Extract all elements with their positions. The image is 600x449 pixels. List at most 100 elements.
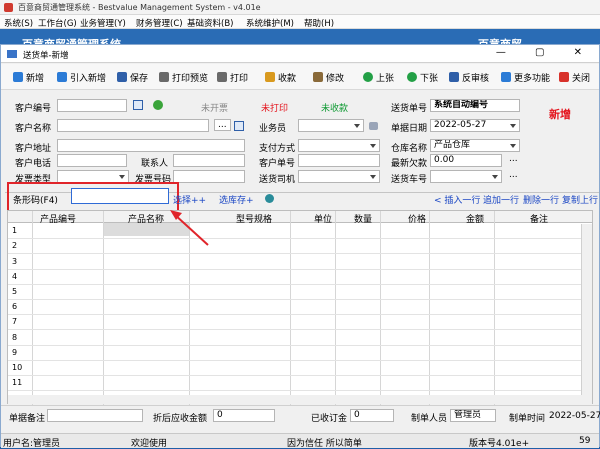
grid-row-line xyxy=(8,283,592,285)
more-button[interactable]: 更多功能 xyxy=(501,71,550,84)
column-header[interactable]: 数量 xyxy=(354,212,372,225)
delete-row-link[interactable]: 删除一行 xyxy=(523,193,559,206)
prev-button[interactable]: 上张 xyxy=(363,71,394,84)
append-row-link[interactable]: 追加一行 xyxy=(483,193,519,206)
row-number: 1 xyxy=(12,226,18,236)
customer-no-input[interactable] xyxy=(57,99,127,112)
new-button[interactable]: 新增 xyxy=(13,71,44,84)
debt-details-button[interactable]: ... xyxy=(509,154,518,164)
dialog-window-buttons[interactable]: — ▢ ✕ xyxy=(496,47,595,58)
payment-method-label: 支付方式 xyxy=(259,144,296,154)
grid-row-line xyxy=(8,375,592,376)
lookup-icon[interactable] xyxy=(133,100,143,110)
row-number: 6 xyxy=(12,302,18,312)
doc-date-picker[interactable]: 2022-05-27 xyxy=(430,119,520,132)
app-title: 百意商贸通管理系统 - Bestvalue Management System … xyxy=(18,3,261,12)
next-button[interactable]: 下张 xyxy=(407,71,438,84)
invoice-no-input[interactable] xyxy=(173,170,245,183)
payment-status: 未收款 xyxy=(321,104,349,114)
memo-input[interactable] xyxy=(47,409,143,422)
warehouse-label: 仓库名称 xyxy=(391,144,428,154)
unapprove-icon xyxy=(449,72,459,82)
selected-cell[interactable] xyxy=(103,223,189,236)
column-header[interactable]: 备注 xyxy=(530,212,548,225)
grid-row-line xyxy=(8,390,592,392)
save-icon xyxy=(117,72,127,82)
receive-icon xyxy=(265,72,275,82)
copy-prev-row-link[interactable]: 复制上行 xyxy=(562,193,598,206)
lookup-icon[interactable] xyxy=(234,121,244,131)
vehicle-browse-button[interactable]: ... xyxy=(509,170,518,180)
menu-finance[interactable]: 财务管理(C) xyxy=(136,17,183,29)
plus-icon xyxy=(57,72,67,82)
grid-row-line xyxy=(8,268,592,270)
print-button[interactable]: 打印 xyxy=(217,71,248,84)
memo-label: 单据备注 xyxy=(9,414,46,424)
up-arrow-icon xyxy=(363,72,373,82)
menu-base-data[interactable]: 基础资料(B) xyxy=(187,17,233,29)
column-header[interactable]: 产品编号 xyxy=(40,212,76,225)
close-button[interactable]: 关闭 xyxy=(559,71,590,84)
grid-row-line xyxy=(8,238,592,240)
payment-method-select[interactable] xyxy=(298,139,380,152)
warehouse-select[interactable]: 产品仓库 xyxy=(430,139,520,152)
salesman-label: 业务员 xyxy=(259,124,287,134)
vehicle-select[interactable] xyxy=(430,170,502,183)
menu-help[interactable]: 帮助(H) xyxy=(304,17,334,29)
customer-phone-input[interactable] xyxy=(57,154,127,167)
add-customer-icon[interactable] xyxy=(153,100,163,110)
select-stock-link[interactable]: 选库存+ xyxy=(219,193,254,206)
received-field: 0 xyxy=(350,409,394,422)
save-button[interactable]: 保存 xyxy=(117,71,148,84)
customer-phone-label: 客户电话 xyxy=(15,159,52,169)
horizontal-scrollbar[interactable] xyxy=(8,395,592,404)
salesman-select[interactable] xyxy=(298,119,364,132)
latest-debt-field: 0.00 xyxy=(430,154,502,167)
delivery-no-field: 系统自动编号 xyxy=(430,99,520,112)
customer-name-input[interactable] xyxy=(57,119,209,132)
menu-workbench[interactable]: 工作台(G) xyxy=(38,17,77,29)
customer-address-input[interactable] xyxy=(57,139,245,152)
column-header[interactable]: 金额 xyxy=(466,212,484,225)
insert-row-link[interactable]: < 插入一行 xyxy=(434,193,480,206)
select-product-link[interactable]: 选择++ xyxy=(173,193,206,206)
dialog-icon xyxy=(7,50,17,58)
status-bar: 用户名:管理员 欢迎使用 因为信任 所以简单 版本号4.01e+ 59 xyxy=(1,433,599,449)
modify-button[interactable]: 修改 xyxy=(313,71,344,84)
refresh-icon[interactable] xyxy=(265,194,274,203)
print-status: 未打印 xyxy=(261,104,289,114)
vehicle-label: 送货车号 xyxy=(391,175,428,185)
maker-label: 制单人员 xyxy=(411,414,448,424)
vertical-scrollbar[interactable] xyxy=(581,224,592,404)
clear-icon[interactable] xyxy=(369,122,378,130)
make-time-label: 制单时间 xyxy=(509,414,546,424)
grid-row-line xyxy=(8,299,592,300)
customer-name-browse-button[interactable]: ... xyxy=(214,119,231,131)
column-header[interactable]: 型号规格 xyxy=(236,212,272,225)
column-header[interactable]: 单位 xyxy=(314,212,332,225)
menu-business[interactable]: 业务管理(Y) xyxy=(80,17,126,29)
menu-system[interactable]: 系统(S) xyxy=(4,17,33,29)
import-new-button[interactable]: 引入新增 xyxy=(57,71,106,84)
customer-address-label: 客户地址 xyxy=(15,144,52,154)
grid-row-line xyxy=(8,344,592,346)
driver-select[interactable] xyxy=(298,170,380,183)
unapprove-button[interactable]: 反审核 xyxy=(449,71,489,84)
receive-button[interactable]: 收款 xyxy=(265,71,296,84)
row-number: 11 xyxy=(12,378,23,388)
customer-order-input[interactable] xyxy=(298,154,380,167)
delivery-dialog: 送货单-新增 — ▢ ✕ 新增 引入新增 保存 打印预览 打印 收款 修改 上张… xyxy=(0,44,600,449)
status-version: 版本号4.01e+ xyxy=(469,439,530,449)
make-time-value: 2022-05-27 xyxy=(549,411,600,421)
menu-maintenance[interactable]: 系统维护(M) xyxy=(246,17,294,29)
invoice-status: 未开票 xyxy=(201,104,229,114)
contact-input[interactable] xyxy=(173,154,245,167)
column-header[interactable]: 价格 xyxy=(408,212,426,225)
driver-label: 送货司机 xyxy=(259,175,296,185)
dialog-titlebar: 送货单-新增 — ▢ ✕ xyxy=(1,45,599,63)
app-titlebar: 百意商贸通管理系统 - Bestvalue Management System … xyxy=(0,0,600,15)
maker-field: 管理员 xyxy=(450,409,496,422)
customer-order-label: 客户单号 xyxy=(259,159,296,169)
product-grid[interactable]: 产品编号 产品名称 型号规格 单位 数量 价格 金额 备注 1 2 3 4 5 6 7 8 9 1… xyxy=(7,210,593,405)
print-preview-button[interactable]: 打印预览 xyxy=(159,71,208,84)
